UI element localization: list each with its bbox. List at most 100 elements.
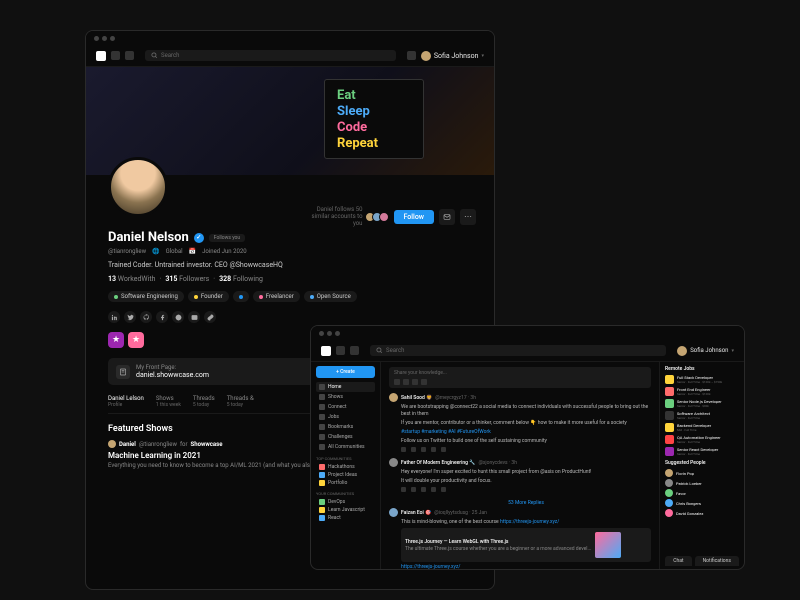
- window-titlebar: [311, 326, 744, 340]
- post-action-icon[interactable]: [441, 487, 446, 492]
- more-button[interactable]: ⋯: [460, 209, 476, 225]
- link-icon[interactable]: [204, 311, 216, 323]
- similar-avatars[interactable]: [368, 212, 389, 222]
- feed-post[interactable]: Sahil Sood 🦁@meycrgyz17 · 3h We are boot…: [389, 393, 651, 452]
- chat-toggle[interactable]: Chat: [665, 556, 691, 566]
- compose-box[interactable]: Share your knowledge...: [389, 367, 651, 388]
- social-links: [108, 311, 472, 323]
- post-action-icon[interactable]: [411, 447, 416, 452]
- post-action-icon[interactable]: [411, 487, 416, 492]
- nav-icon-2[interactable]: [350, 346, 359, 355]
- badge-hex-icon[interactable]: [128, 332, 144, 348]
- profile-tab[interactable]: Threads &5 today: [227, 395, 254, 408]
- person-item[interactable]: Chris Bongers: [665, 499, 739, 507]
- feed-post[interactable]: Faizan Eoi 🎯@ioqllyytsdusg · 25 Jan This…: [389, 508, 651, 569]
- post-action-icon[interactable]: [441, 447, 446, 452]
- nav-icon-3[interactable]: [407, 51, 416, 60]
- sidebar-nav-item[interactable]: All Communities: [316, 442, 375, 452]
- compose-attach-icon[interactable]: [394, 379, 400, 385]
- sidebar-nav-item[interactable]: Connect: [316, 402, 375, 412]
- more-replies-button[interactable]: 53 More Replies: [401, 498, 651, 508]
- traffic-light-min[interactable]: [102, 36, 107, 41]
- person-item[interactable]: Favor: [665, 489, 739, 497]
- twitter-icon[interactable]: [124, 311, 136, 323]
- community-item[interactable]: Hackathons: [316, 463, 375, 471]
- post-action-icon[interactable]: [401, 447, 406, 452]
- nav-icon-2[interactable]: [125, 51, 134, 60]
- community-icon: [319, 480, 325, 486]
- nav-icon-1[interactable]: [111, 51, 120, 60]
- job-item[interactable]: Senior Node.js DeveloperSenior · Full Ti…: [665, 399, 739, 408]
- job-item[interactable]: Senior React DeveloperSenior · Full Time: [665, 447, 739, 456]
- person-item[interactable]: David Gonzalez: [665, 509, 739, 517]
- traffic-light-max[interactable]: [110, 36, 115, 41]
- job-item[interactable]: Front End EngineerSenior · Full Time · $…: [665, 387, 739, 396]
- traffic-light-max[interactable]: [335, 331, 340, 336]
- post-action-icon[interactable]: [431, 447, 436, 452]
- profile-tag[interactable]: Freelancer: [253, 291, 300, 302]
- sidebar-nav-item[interactable]: Challenges: [316, 432, 375, 442]
- profile-tab[interactable]: Shows1 this week: [156, 395, 181, 408]
- sidebar-nav-item[interactable]: Home: [316, 382, 375, 392]
- traffic-light-close[interactable]: [94, 36, 99, 41]
- community-item[interactable]: Project Ideas: [316, 471, 375, 479]
- followers-count[interactable]: 315: [165, 275, 177, 283]
- job-logo-icon: [665, 435, 674, 444]
- community-item[interactable]: DevOps: [316, 498, 375, 506]
- post-action-icon[interactable]: [421, 447, 426, 452]
- sidebar-nav-item[interactable]: Bookmarks: [316, 422, 375, 432]
- create-button[interactable]: + Create: [316, 366, 375, 378]
- community-item[interactable]: Learn Javascript: [316, 506, 375, 514]
- message-button[interactable]: [439, 209, 455, 225]
- linkedin-icon[interactable]: [108, 311, 120, 323]
- post-action-icon[interactable]: [401, 487, 406, 492]
- email-icon[interactable]: [188, 311, 200, 323]
- sidebar-nav-item[interactable]: Shows: [316, 392, 375, 402]
- job-item[interactable]: Software ArchitectSenior · Full Time: [665, 411, 739, 420]
- logo-icon[interactable]: [321, 346, 331, 356]
- profile-tab[interactable]: Threads5 today: [193, 395, 215, 408]
- compose-emoji-icon[interactable]: [421, 379, 427, 385]
- follow-button[interactable]: Follow: [394, 210, 435, 224]
- user-menu[interactable]: Sofia Johnson ▾: [677, 346, 734, 356]
- nav-icon-1[interactable]: [336, 346, 345, 355]
- facebook-icon[interactable]: [156, 311, 168, 323]
- feed-post[interactable]: Father Of Modern Engineering 🔧@xjonycdev…: [389, 458, 651, 492]
- community-item[interactable]: Portfolio: [316, 479, 375, 487]
- person-item[interactable]: Florin Pop: [665, 469, 739, 477]
- profile-tag[interactable]: Open Source: [304, 291, 357, 302]
- post-action-icon[interactable]: [431, 487, 436, 492]
- compose-code-icon[interactable]: [412, 379, 418, 385]
- sidebar-nav-item[interactable]: Jobs: [316, 412, 375, 422]
- notifications-toggle[interactable]: Notifications: [695, 556, 739, 566]
- profile-tag[interactable]: [233, 291, 249, 302]
- search-input[interactable]: Search: [370, 345, 666, 356]
- card-url[interactable]: https://threejs-journey.xyz/: [401, 564, 651, 569]
- traffic-light-close[interactable]: [319, 331, 324, 336]
- community-item[interactable]: React: [316, 514, 375, 522]
- job-item[interactable]: QA Automation EngineerSenior · Full Time: [665, 435, 739, 444]
- post-hashtags[interactable]: #startup #marketing #AI #FutureOfWork: [401, 429, 651, 436]
- logo-icon[interactable]: [96, 51, 106, 61]
- job-item[interactable]: Backend DeveloperMid · Full Time: [665, 423, 739, 432]
- job-item[interactable]: Full Stack DeveloperSenior · Full Time ·…: [665, 375, 739, 384]
- profile-tab[interactable]: Daniel LelsonProfile: [108, 395, 144, 408]
- user-menu[interactable]: Sofia Johnson ▾: [421, 51, 484, 61]
- post-link[interactable]: https://threejs-journey.xyz/: [500, 519, 559, 525]
- traffic-light-min[interactable]: [327, 331, 332, 336]
- profile-tag[interactable]: Founder: [188, 291, 229, 302]
- globe-link-icon[interactable]: [172, 311, 184, 323]
- profile-tag[interactable]: Software Engineering: [108, 291, 184, 302]
- person-item[interactable]: Patrick Loeber: [665, 479, 739, 487]
- post-action-icon[interactable]: [421, 487, 426, 492]
- worked-count[interactable]: 13: [108, 275, 116, 283]
- github-icon[interactable]: [140, 311, 152, 323]
- link-preview-card[interactable]: Three.js Journey — Learn WebGL with Thre…: [401, 528, 651, 562]
- badge-star-icon[interactable]: [108, 332, 124, 348]
- remote-jobs-heading: Remote Jobs: [665, 366, 739, 372]
- following-count[interactable]: 328: [219, 275, 231, 283]
- profile-avatar[interactable]: [108, 157, 168, 217]
- top-nav: Search Sofia Johnson ▾: [311, 340, 744, 362]
- search-input[interactable]: Search: [145, 50, 396, 61]
- compose-image-icon[interactable]: [403, 379, 409, 385]
